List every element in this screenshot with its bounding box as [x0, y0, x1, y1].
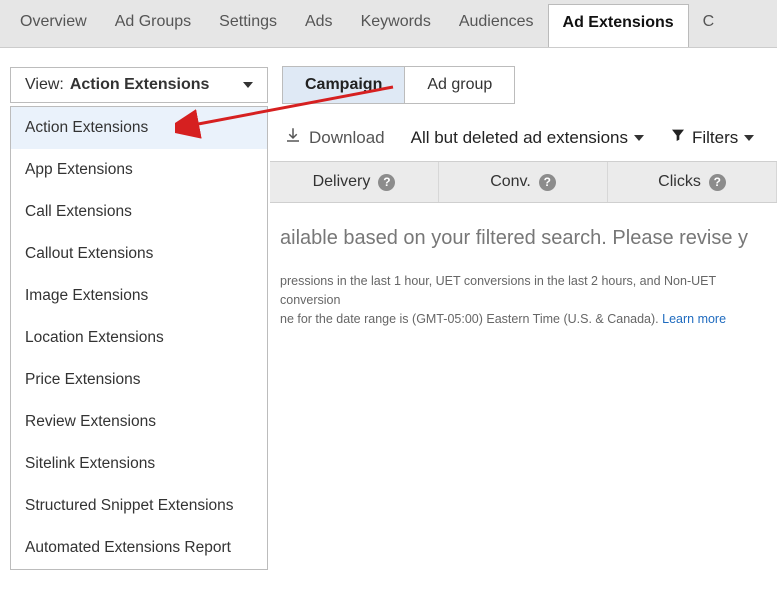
view-dropdown-value: Action Extensions [70, 76, 210, 94]
tab-audiences[interactable]: Audiences [445, 0, 548, 47]
data-latency-hint: pressions in the last 1 hour, UET conver… [280, 272, 767, 328]
scope-tab-ad-group[interactable]: Ad group [405, 67, 514, 103]
column-label: Delivery [313, 173, 371, 191]
view-option-callout-extensions[interactable]: Callout Extensions [11, 233, 267, 275]
download-label: Download [309, 128, 385, 148]
extension-filter-select[interactable]: All but deleted ad extensions [411, 128, 644, 148]
view-option-app-extensions[interactable]: App Extensions [11, 149, 267, 191]
content-area: ailable based on your filtered search. P… [270, 203, 777, 338]
tab-overview[interactable]: Overview [6, 0, 101, 47]
toolbar: Download All but deleted ad extensions F… [270, 118, 777, 161]
learn-more-link[interactable]: Learn more [662, 312, 726, 326]
download-icon [284, 126, 302, 149]
funnel-icon [670, 127, 686, 148]
view-dropdown-label: View: [25, 76, 64, 94]
view-dropdown[interactable]: View: Action Extensions [10, 67, 268, 103]
extension-filter-label: All but deleted ad extensions [411, 128, 628, 148]
view-option-call-extensions[interactable]: Call Extensions [11, 191, 267, 233]
filters-button[interactable]: Filters [670, 127, 754, 148]
caret-down-icon [243, 82, 253, 88]
column-label: Conv. [490, 173, 531, 191]
top-tabs: Overview Ad Groups Settings Ads Keywords… [0, 0, 777, 48]
tab-ads[interactable]: Ads [291, 0, 347, 47]
view-option-action-extensions[interactable]: Action Extensions [11, 107, 267, 149]
caret-down-icon [634, 135, 644, 141]
help-icon[interactable]: ? [378, 174, 395, 191]
view-dropdown-menu: Action Extensions App Extensions Call Ex… [10, 106, 268, 570]
view-option-review-extensions[interactable]: Review Extensions [11, 401, 267, 443]
scope-tabs: Campaign Ad group [282, 66, 515, 104]
download-button[interactable]: Download [284, 126, 385, 149]
help-icon[interactable]: ? [539, 174, 556, 191]
column-conv[interactable]: Conv. ? [439, 162, 608, 202]
caret-down-icon [744, 135, 754, 141]
empty-state-message: ailable based on your filtered search. P… [280, 227, 767, 250]
tab-ad-groups[interactable]: Ad Groups [101, 0, 205, 47]
view-option-sitelink-extensions[interactable]: Sitelink Extensions [11, 443, 267, 485]
tab-keywords[interactable]: Keywords [347, 0, 445, 47]
tab-settings[interactable]: Settings [205, 0, 291, 47]
view-option-price-extensions[interactable]: Price Extensions [11, 359, 267, 401]
column-label: Clicks [658, 173, 701, 191]
column-delivery[interactable]: Delivery ? [270, 162, 439, 202]
filters-label: Filters [692, 128, 738, 148]
tab-ad-extensions[interactable]: Ad Extensions [548, 4, 689, 47]
view-option-automated-extensions-report[interactable]: Automated Extensions Report [11, 527, 267, 569]
help-icon[interactable]: ? [709, 174, 726, 191]
column-clicks[interactable]: Clicks ? [608, 162, 777, 202]
table-header: Delivery ? Conv. ? Clicks ? [270, 161, 777, 203]
view-option-location-extensions[interactable]: Location Extensions [11, 317, 267, 359]
scope-tab-campaign[interactable]: Campaign [283, 67, 405, 103]
view-option-structured-snippet-extensions[interactable]: Structured Snippet Extensions [11, 485, 267, 527]
tab-cutoff[interactable]: C [689, 0, 729, 47]
view-option-image-extensions[interactable]: Image Extensions [11, 275, 267, 317]
